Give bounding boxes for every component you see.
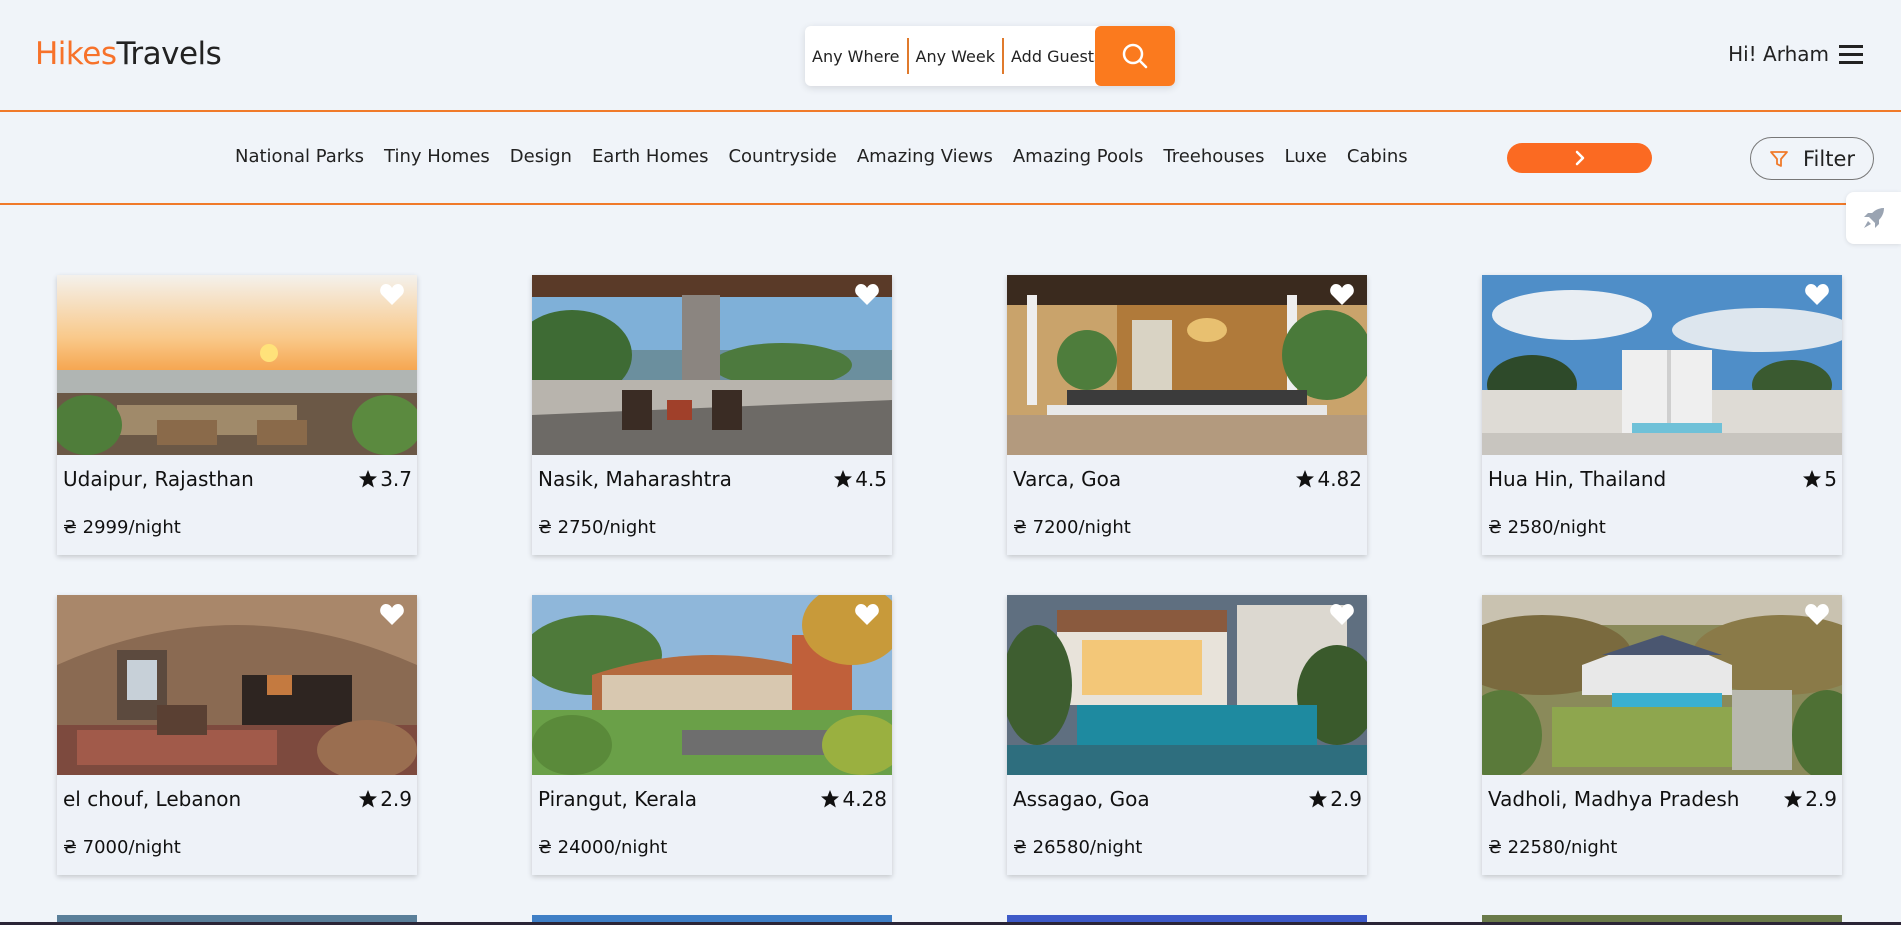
logo-brand: Hikes — [35, 36, 117, 72]
site-logo[interactable]: HikesTravels — [35, 36, 222, 72]
search-icon — [1122, 43, 1148, 69]
listing-location: Assagao, Goa — [1013, 787, 1150, 811]
category-countryside[interactable]: Countryside — [728, 146, 836, 167]
favorite-heart-icon[interactable] — [1329, 603, 1355, 627]
chevron-right-icon — [1575, 150, 1584, 166]
listing-card[interactable]: Udaipur, Rajasthan 3.7 ₴ 2999/night — [57, 275, 417, 555]
listing-card[interactable]: Varca, Goa 4.82 ₴ 7200/night — [1007, 275, 1367, 555]
category-luxe[interactable]: Luxe — [1285, 146, 1327, 167]
rating-value: 4.5 — [855, 467, 887, 491]
hamburger-menu-icon[interactable] — [1839, 44, 1863, 64]
favorite-heart-icon[interactable] — [1329, 283, 1355, 307]
category-next-button[interactable] — [1507, 143, 1652, 173]
listing-rating: 4.28 — [820, 787, 887, 811]
rating-value: 4.28 — [842, 787, 887, 811]
star-icon — [359, 470, 378, 488]
top-header: HikesTravels Any Where Any Week Add Gues… — [0, 0, 1901, 112]
listing-card[interactable]: el chouf, Lebanon 2.9 ₴ 7000/night — [57, 595, 417, 875]
listing-price: ₴ 22580/night — [1488, 837, 1618, 858]
category-amazing-views[interactable]: Amazing Views — [857, 146, 993, 167]
listing-photo — [57, 275, 417, 455]
category-national-parks[interactable]: National Parks — [235, 146, 364, 167]
listing-rating: 3.7 — [358, 467, 412, 491]
listing-price: ₴ 2999/night — [63, 517, 181, 538]
rating-value: 4.82 — [1317, 467, 1362, 491]
user-menu[interactable]: Hi! Arham — [1728, 42, 1863, 66]
listing-photo — [57, 595, 417, 775]
search-week[interactable]: Any Week — [909, 38, 1002, 74]
listing-price: ₴ 24000/night — [538, 837, 668, 858]
rocket-icon — [1863, 208, 1884, 228]
category-list: National Parks Tiny Homes Design Earth H… — [235, 146, 1408, 167]
favorite-heart-icon[interactable] — [379, 283, 405, 307]
greeting-text: Hi! Arham — [1728, 42, 1829, 66]
listing-price: ₴ 2580/night — [1488, 517, 1606, 538]
star-icon — [834, 470, 853, 488]
listing-photo — [1482, 275, 1842, 455]
listing-rating: 2.9 — [1308, 787, 1362, 811]
filter-button[interactable]: Filter — [1750, 137, 1874, 180]
category-amazing-pools[interactable]: Amazing Pools — [1013, 146, 1144, 167]
listing-card[interactable]: Hua Hin, Thailand 5 ₴ 2580/night — [1482, 275, 1842, 555]
category-cabins[interactable]: Cabins — [1347, 146, 1408, 167]
favorite-heart-icon[interactable] — [854, 603, 880, 627]
search-bar: Any Where Any Week Add Guests — [805, 26, 1175, 86]
listing-location: Nasik, Maharashtra — [538, 467, 732, 491]
filter-label: Filter — [1802, 146, 1855, 171]
category-treehouses[interactable]: Treehouses — [1163, 146, 1264, 167]
listing-location: el chouf, Lebanon — [63, 787, 242, 811]
listing-photo — [532, 595, 892, 775]
listing-rating: 4.5 — [833, 467, 887, 491]
favorite-heart-icon[interactable] — [1804, 283, 1830, 307]
star-icon — [1784, 790, 1803, 808]
listing-price: ₴ 7000/night — [63, 837, 181, 858]
star-icon — [1803, 470, 1822, 488]
favorite-heart-icon[interactable] — [854, 283, 880, 307]
listing-price: ₴ 26580/night — [1013, 837, 1143, 858]
listing-card[interactable]: Nasik, Maharashtra 4.5 ₴ 2750/night — [532, 275, 892, 555]
favorite-heart-icon[interactable] — [379, 603, 405, 627]
listing-photo — [532, 275, 892, 455]
category-design[interactable]: Design — [510, 146, 572, 167]
rating-value: 2.9 — [1330, 787, 1362, 811]
listing-card[interactable]: Pirangut, Kerala 4.28 ₴ 24000/night — [532, 595, 892, 875]
logo-rest: Travels — [116, 36, 222, 72]
favorite-heart-icon[interactable] — [1804, 603, 1830, 627]
listing-location: Hua Hin, Thailand — [1488, 467, 1667, 491]
rating-value: 2.9 — [1805, 787, 1837, 811]
listing-price: ₴ 2750/night — [538, 517, 656, 538]
rating-value: 2.9 — [380, 787, 412, 811]
listing-rating: 4.82 — [1295, 467, 1362, 491]
listing-card[interactable]: Vadholi, Madhya Pradesh 2.9 ₴ 22580/nigh… — [1482, 595, 1842, 875]
listing-photo — [1007, 595, 1367, 775]
listing-rating: 5 — [1802, 467, 1837, 491]
listing-location: Pirangut, Kerala — [538, 787, 697, 811]
star-icon — [821, 790, 840, 808]
listing-location: Varca, Goa — [1013, 467, 1122, 491]
category-earth-homes[interactable]: Earth Homes — [592, 146, 709, 167]
listing-location: Udaipur, Rajasthan — [63, 467, 254, 491]
side-launcher-button[interactable] — [1846, 192, 1901, 244]
listing-price: ₴ 7200/night — [1013, 517, 1131, 538]
listing-card[interactable]: Assagao, Goa 2.9 ₴ 26580/night — [1007, 595, 1367, 875]
rating-value: 5 — [1824, 467, 1837, 491]
search-guests[interactable]: Add Guests — [1004, 38, 1109, 74]
filter-icon — [1770, 150, 1788, 167]
search-where[interactable]: Any Where — [805, 38, 907, 74]
star-icon — [1296, 470, 1315, 488]
listing-rating: 2.9 — [358, 787, 412, 811]
star-icon — [1309, 790, 1328, 808]
category-bar: National Parks Tiny Homes Design Earth H… — [0, 112, 1901, 205]
rating-value: 3.7 — [380, 467, 412, 491]
listing-photo — [1482, 595, 1842, 775]
search-button[interactable] — [1095, 26, 1175, 86]
category-tiny-homes[interactable]: Tiny Homes — [384, 146, 490, 167]
listing-location: Vadholi, Madhya Pradesh — [1488, 787, 1740, 811]
star-icon — [359, 790, 378, 808]
listing-photo — [1007, 275, 1367, 455]
listing-rating: 2.9 — [1783, 787, 1837, 811]
